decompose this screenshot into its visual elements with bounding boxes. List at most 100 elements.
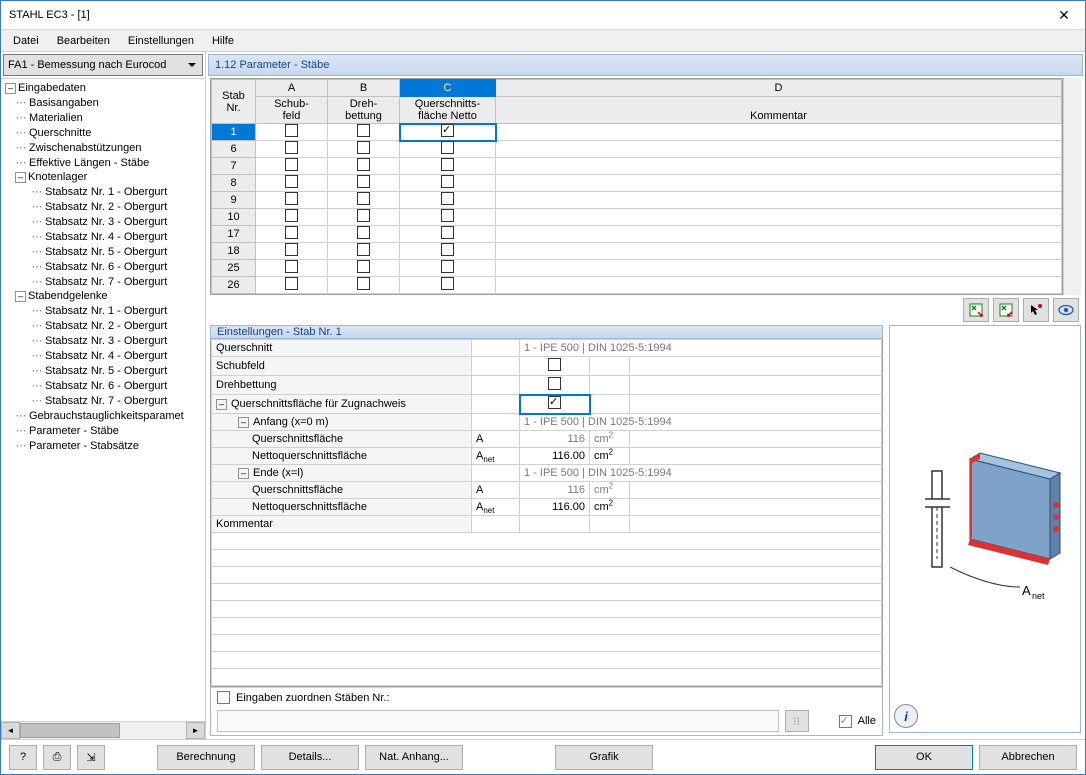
tree-knotenlager[interactable]: –Knotenlager [1,170,205,184]
zugnachweis-check[interactable] [548,396,561,409]
tree-knoten-item[interactable]: ⋯Stabsatz Nr. 2 - Obergurt [1,199,205,214]
tree-knoten-item[interactable]: ⋯Stabsatz Nr. 4 - Obergurt [1,229,205,244]
table-row[interactable]: 26 [212,277,1062,294]
grid-vscroll[interactable] [1063,78,1081,295]
abbrechen-button[interactable]: Abbrechen [979,745,1077,770]
tree-stabend-item[interactable]: ⋯Stabsatz Nr. 5 - Obergurt [1,363,205,378]
schubfeld-cell-check[interactable] [285,175,298,188]
netto-cell-check[interactable] [441,141,454,154]
drehbettung-cell-check[interactable] [357,277,370,290]
schubfeld-cell-check[interactable] [285,277,298,290]
tree-stabendgelenke[interactable]: –Stabendgelenke [1,289,205,303]
netto-cell-check[interactable] [441,277,454,290]
table-row[interactable]: 25 [212,260,1062,277]
tree-root[interactable]: –Eingabedaten [1,81,205,95]
netto-cell-check[interactable] [441,192,454,205]
close-button[interactable]: ✕ [1043,1,1085,29]
grafik-button[interactable]: Grafik [555,745,653,770]
table-row[interactable]: 1 [212,124,1062,141]
table-row[interactable]: 6 [212,141,1062,158]
netto-cell-check[interactable] [441,124,454,137]
schubfeld-cell-check[interactable] [285,158,298,171]
table-row[interactable]: 8 [212,175,1062,192]
ok-button[interactable]: OK [875,745,973,770]
assign-check[interactable] [217,691,230,704]
table-row[interactable]: 10 [212,209,1062,226]
tree-stabend-item[interactable]: ⋯Stabsatz Nr. 3 - Obergurt [1,333,205,348]
members-grid[interactable]: StabNr. A B C D Schub-feld Dreh-bettung … [210,78,1063,295]
schubfeld-check[interactable] [548,358,561,371]
tree-knoten-item[interactable]: ⋯Stabsatz Nr. 3 - Obergurt [1,214,205,229]
drehbettung-cell-check[interactable] [357,175,370,188]
table-row[interactable]: 9 [212,192,1062,209]
help-button[interactable]: ? [9,745,37,770]
tree-param-staebe[interactable]: ⋯Parameter - Stäbe [1,423,205,438]
tree-basisangaben[interactable]: ⋯Basisangaben [1,95,205,110]
info-button[interactable]: i [894,704,918,728]
menu-settings[interactable]: Einstellungen [120,33,202,49]
nat-anhang-button[interactable]: Nat. Anhang... [365,745,463,770]
case-combo[interactable]: FA1 - Bemessung nach Eurocod [3,54,203,76]
menu-edit[interactable]: Bearbeiten [49,33,118,49]
schubfeld-cell-check[interactable] [285,124,298,137]
netto-cell-check[interactable] [441,260,454,273]
table-row[interactable]: 18 [212,243,1062,260]
svg-text:A: A [1022,583,1031,598]
tree-zwischenabst[interactable]: ⋯Zwischenabstützungen [1,140,205,155]
menu-help[interactable]: Hilfe [204,33,242,49]
app-window: STAHL EC3 - [1] ✕ Datei Bearbeiten Einst… [0,0,1086,775]
drehbettung-cell-check[interactable] [357,209,370,222]
tree-knoten-item[interactable]: ⋯Stabsatz Nr. 7 - Obergurt [1,274,205,289]
alle-check[interactable] [839,715,852,728]
drehbettung-cell-check[interactable] [357,124,370,137]
tree-eff-laengen[interactable]: ⋯Effektive Längen - Stäbe [1,155,205,170]
tree-knoten-item[interactable]: ⋯Stabsatz Nr. 1 - Obergurt [1,184,205,199]
tree-querschnitte[interactable]: ⋯Querschnitte [1,125,205,140]
tree-stabend-item[interactable]: ⋯Stabsatz Nr. 1 - Obergurt [1,303,205,318]
netto-cell-check[interactable] [441,175,454,188]
schubfeld-cell-check[interactable] [285,260,298,273]
tree-gebrauch[interactable]: ⋯Gebrauchstauglichkeitsparamet [1,408,205,423]
tree-stabend-item[interactable]: ⋯Stabsatz Nr. 4 - Obergurt [1,348,205,363]
tree-materialien[interactable]: ⋯Materialien [1,110,205,125]
table-row[interactable]: 7 [212,158,1062,175]
schubfeld-cell-check[interactable] [285,209,298,222]
details-button[interactable]: Details... [261,745,359,770]
schubfeld-cell-check[interactable] [285,226,298,239]
berechnung-button[interactable]: Berechnung [157,745,255,770]
print-button[interactable]: ⎙ [43,745,71,770]
tree-knoten-item[interactable]: ⋯Stabsatz Nr. 5 - Obergurt [1,244,205,259]
tree-stabend-item[interactable]: ⋯Stabsatz Nr. 6 - Obergurt [1,378,205,393]
menu-file[interactable]: Datei [5,33,47,49]
netto-cell-check[interactable] [441,243,454,256]
properties-title: Einstellungen - Stab Nr. 1 [210,325,883,339]
schubfeld-cell-check[interactable] [285,141,298,154]
drehbettung-cell-check[interactable] [357,192,370,205]
drehbettung-cell-check[interactable] [357,260,370,273]
tree-knoten-item[interactable]: ⋯Stabsatz Nr. 6 - Obergurt [1,259,205,274]
window-title: STAHL EC3 - [1] [9,9,1043,21]
drehbettung-cell-check[interactable] [357,243,370,256]
tree-stabend-item[interactable]: ⋯Stabsatz Nr. 2 - Obergurt [1,318,205,333]
schubfeld-cell-check[interactable] [285,243,298,256]
assign-input[interactable] [217,710,779,732]
drehbettung-cell-check[interactable] [357,141,370,154]
excel-export-button[interactable] [963,298,989,322]
drehbettung-cell-check[interactable] [357,158,370,171]
sidebar-hscroll[interactable]: ◄► [1,721,205,739]
netto-cell-check[interactable] [441,226,454,239]
view-button[interactable] [1053,298,1079,322]
netto-cell-check[interactable] [441,158,454,171]
pick-button[interactable] [1023,298,1049,322]
properties-table[interactable]: Querschnitt1 - IPE 500 | DIN 1025-5:1994… [210,339,883,687]
drehbettung-check[interactable] [548,377,561,390]
excel-import-button[interactable] [993,298,1019,322]
netto-cell-check[interactable] [441,209,454,222]
assign-pick-button[interactable]: ⁝⁝ [785,710,809,732]
table-row[interactable]: 17 [212,226,1062,243]
tree-param-stabsaetze[interactable]: ⋯Parameter - Stabsätze [1,438,205,453]
tree-stabend-item[interactable]: ⋯Stabsatz Nr. 7 - Obergurt [1,393,205,408]
schubfeld-cell-check[interactable] [285,192,298,205]
drehbettung-cell-check[interactable] [357,226,370,239]
export-button[interactable]: ⇲ [77,745,105,770]
